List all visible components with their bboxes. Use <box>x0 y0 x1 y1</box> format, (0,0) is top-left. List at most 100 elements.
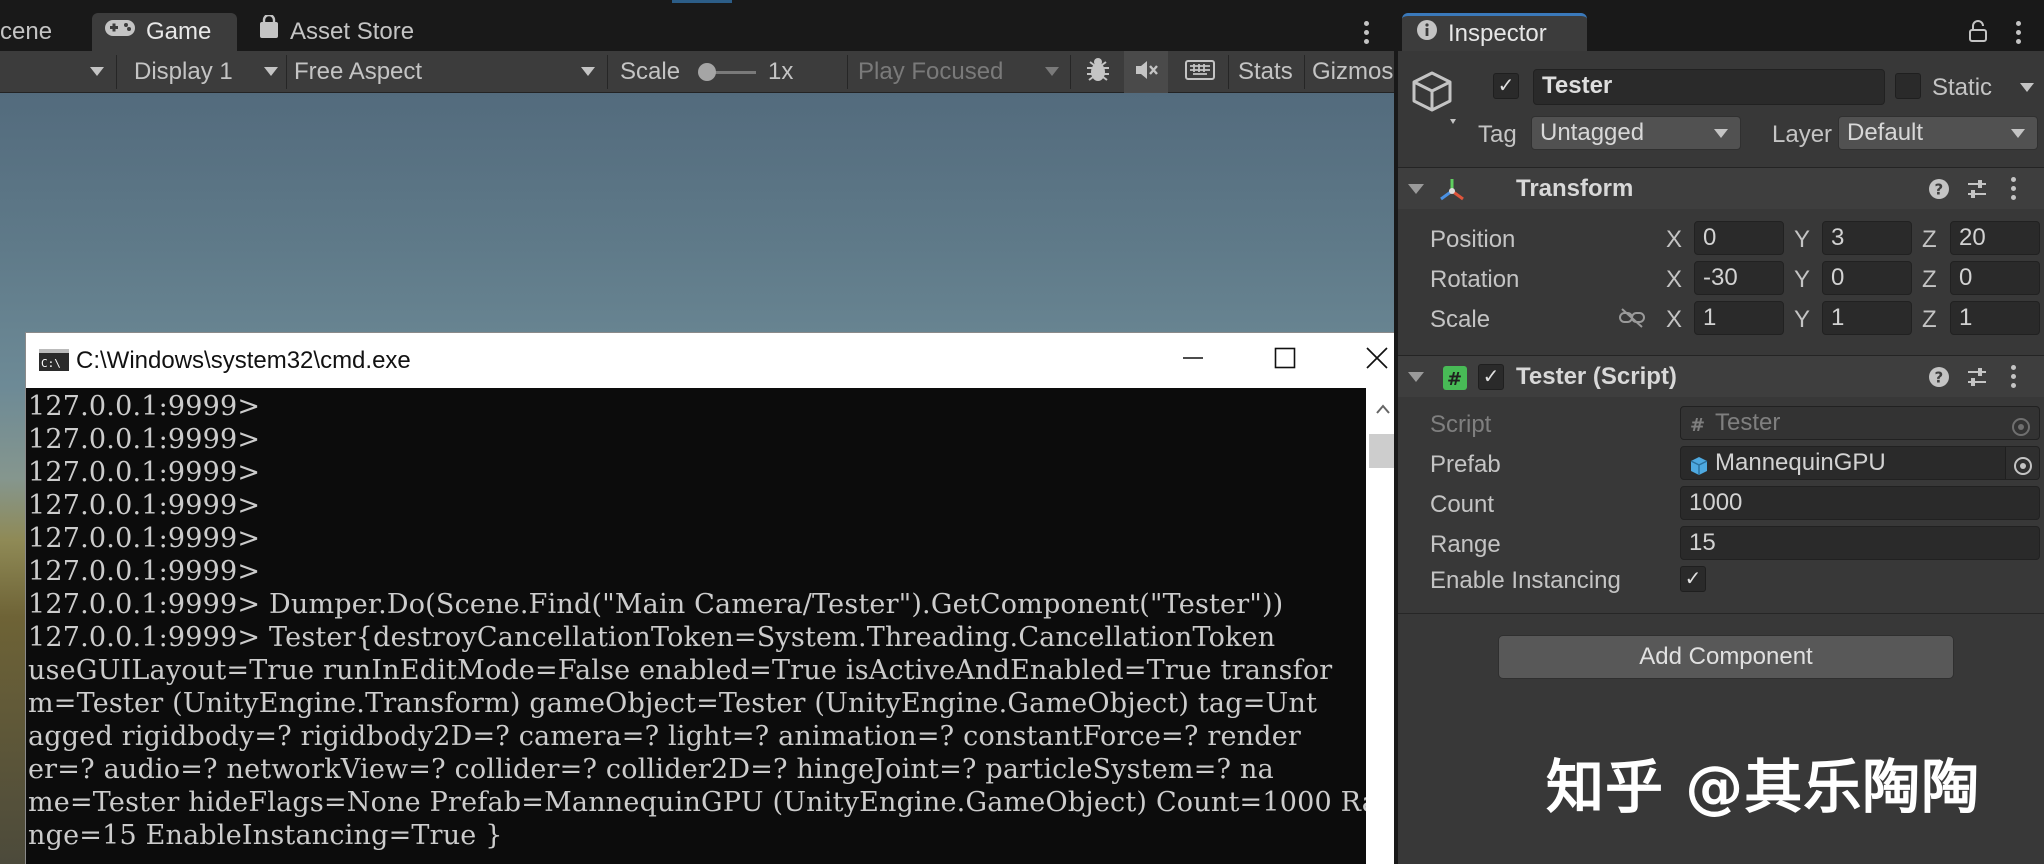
help-icon[interactable]: ? <box>1928 366 1950 393</box>
axis-y-label: Y <box>1794 306 1811 333</box>
prefab-reference-field[interactable]: MannequinGPU <box>1680 446 2040 480</box>
scale-slider-handle[interactable] <box>698 63 716 81</box>
svg-text:#: # <box>1690 415 1705 435</box>
enable-instancing-checkbox[interactable]: ✓ <box>1680 566 1706 592</box>
axis-z-label: Z <box>1922 266 1937 293</box>
help-icon[interactable]: ? <box>1928 178 1950 205</box>
shopping-bag-icon <box>258 13 280 51</box>
cmd-console-output[interactable]: 127.0.0.1:9999> 127.0.0.1:9999> 127.0.0.… <box>26 388 1366 864</box>
preset-sliders-icon[interactable] <box>1966 366 1988 393</box>
add-component-button[interactable]: Add Component <box>1498 635 1954 679</box>
position-x-field[interactable]: 0 <box>1694 221 1784 255</box>
chevron-down-icon[interactable] <box>2020 83 2034 92</box>
play-mode-dropdown[interactable]: Play Focused <box>858 51 1003 93</box>
keyboard-shortcuts-button[interactable] <box>1178 51 1222 93</box>
cmd-window: C:\ C:\Windows\system32\cmd.exe 127.0.0.… <box>25 332 1400 864</box>
tab-asset-store[interactable]: Asset Store <box>246 13 446 51</box>
tag-dropdown[interactable]: Untagged <box>1531 116 1741 150</box>
foldout-arrow-icon[interactable] <box>1408 372 1424 382</box>
count-field[interactable]: 1000 <box>1680 486 2040 520</box>
console-line: 127.0.0.1:9999> <box>28 424 261 455</box>
gameobject-name-field[interactable]: Tester <box>1533 69 1885 105</box>
chevron-down-icon[interactable] <box>264 67 278 76</box>
preset-sliders-icon[interactable] <box>1966 178 1988 205</box>
position-y-field[interactable]: 3 <box>1822 221 1912 255</box>
rotation-label: Rotation <box>1430 266 1520 293</box>
debug-bug-button[interactable] <box>1076 51 1120 93</box>
tab-scene[interactable]: cene <box>0 13 88 51</box>
static-checkbox[interactable] <box>1895 73 1921 99</box>
scale-y-field[interactable]: 1 <box>1822 301 1912 335</box>
range-field[interactable]: 15 <box>1680 526 2040 560</box>
script-value: Tester <box>1715 409 1781 436</box>
aspect-dropdown[interactable]: Free Aspect <box>294 51 422 93</box>
inspector-window: Inspector ✓ Tester Static Tag Untagged L… <box>1394 13 2044 864</box>
display-dropdown[interactable]: Display 1 <box>134 51 233 93</box>
foldout-arrow-icon[interactable] <box>1408 184 1424 194</box>
cmd-title: C:\Windows\system32\cmd.exe <box>76 347 411 374</box>
mute-audio-button[interactable] <box>1124 51 1168 93</box>
prefab-cube-icon <box>1689 453 1709 479</box>
scale-x-field[interactable]: 1 <box>1694 301 1784 335</box>
gameobject-cube-icon[interactable] <box>1410 69 1458 130</box>
csharp-script-icon: # <box>1689 412 1709 439</box>
component-menu-kebab-icon[interactable] <box>2003 365 2023 388</box>
rotation-x-field[interactable]: -30 <box>1694 261 1784 295</box>
game-toolbar: e Display 1 Free Aspect Scale 1x Play Fo… <box>0 51 1394 93</box>
minimize-icon <box>1182 347 1204 374</box>
scale-value: 1x <box>768 58 794 85</box>
static-label: Static <box>1932 74 1993 101</box>
maximize-button[interactable] <box>1250 333 1320 388</box>
rotation-y-field[interactable]: 0 <box>1822 261 1912 295</box>
component-menu-kebab-icon[interactable] <box>2003 177 2023 200</box>
prefab-label: Prefab <box>1430 451 1501 478</box>
object-picker-icon <box>2011 414 2031 439</box>
rotation-z-field[interactable]: 0 <box>1950 261 2040 295</box>
close-icon <box>1365 346 1389 375</box>
scroll-up-arrow-icon[interactable] <box>1375 402 1391 420</box>
gameobject-active-checkbox[interactable]: ✓ <box>1493 73 1519 99</box>
tab-inspector[interactable]: Inspector <box>1402 13 1587 51</box>
maximize-icon <box>1274 347 1296 374</box>
gizmos-button[interactable]: Gizmos <box>1312 51 1394 93</box>
gamepad-icon <box>104 13 136 51</box>
cmd-title-bar[interactable]: C:\ C:\Windows\system32\cmd.exe <box>26 333 1399 388</box>
scrollbar-thumb[interactable] <box>1369 434 1396 468</box>
layer-value: Default <box>1847 119 1924 146</box>
chevron-down-icon[interactable] <box>581 67 595 76</box>
svg-text:?: ? <box>1935 369 1944 387</box>
svg-text:?: ? <box>1935 181 1944 199</box>
chevron-down-icon <box>1714 129 1728 138</box>
svg-text:C:\: C:\ <box>41 357 61 370</box>
tab-asset-store-label: Asset Store <box>290 18 415 45</box>
lock-icon[interactable] <box>1968 20 1988 47</box>
console-line: 127.0.0.1:9999> <box>28 391 261 422</box>
tab-inspector-label: Inspector <box>1448 19 1547 47</box>
toolbar-separator <box>1304 55 1305 89</box>
transform-component-header[interactable]: Transform ? <box>1398 167 2044 209</box>
top-strip <box>0 0 2044 13</box>
chevron-down-icon[interactable] <box>1045 67 1059 76</box>
stats-button[interactable]: Stats <box>1238 51 1293 93</box>
axis-x-label: X <box>1666 306 1683 333</box>
console-line: 127.0.0.1:9999> Dumper.Do(Scene.Find("Ma… <box>28 589 1284 620</box>
game-menu-kebab-icon[interactable] <box>1356 21 1376 44</box>
axis-z-label: Z <box>1922 226 1937 253</box>
tab-game[interactable]: Game <box>92 13 237 51</box>
chevron-down-icon[interactable] <box>90 67 104 76</box>
console-line: m=Tester (UnityEngine.Transform) gameObj… <box>28 688 1318 719</box>
script-component-header[interactable]: # ✓ Tester (Script) ? <box>1398 355 2044 397</box>
axis-z-label: Z <box>1922 306 1937 333</box>
layer-dropdown[interactable]: Default <box>1838 116 2038 150</box>
inspector-menu-kebab-icon[interactable] <box>2008 21 2028 44</box>
minimize-button[interactable] <box>1158 333 1228 388</box>
object-picker-button[interactable] <box>2005 447 2039 479</box>
tab-scene-label: cene <box>0 18 53 45</box>
constrain-proportions-link-icon[interactable] <box>1618 307 1646 334</box>
keyboard-icon <box>1185 59 1215 86</box>
position-z-field[interactable]: 20 <box>1950 221 2040 255</box>
scale-z-field[interactable]: 1 <box>1950 301 2040 335</box>
script-label: Script <box>1430 411 1492 438</box>
csharp-script-icon: # <box>1442 365 1467 390</box>
script-enabled-checkbox[interactable]: ✓ <box>1478 364 1504 390</box>
